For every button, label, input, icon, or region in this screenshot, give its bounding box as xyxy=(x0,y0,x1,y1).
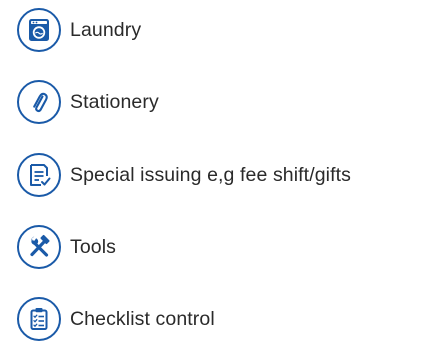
document-check-icon xyxy=(17,153,61,197)
paperclip-icon xyxy=(17,80,61,124)
hammer-wrench-icon xyxy=(17,225,61,269)
category-label: Laundry xyxy=(70,19,142,41)
category-item-laundry[interactable]: Laundry xyxy=(0,8,421,58)
category-item-tools[interactable]: Tools xyxy=(0,225,421,275)
category-item-stationery[interactable]: Stationery xyxy=(0,80,421,130)
category-label: Checklist control xyxy=(70,308,215,330)
category-label: Stationery xyxy=(70,91,159,113)
category-item-checklist-control[interactable]: Checklist control xyxy=(0,297,421,347)
category-item-special-issuing[interactable]: Special issuing e,g fee shift/gifts xyxy=(0,153,421,203)
category-label: Tools xyxy=(70,236,117,258)
clipboard-checklist-icon xyxy=(17,297,61,341)
washing-machine-icon xyxy=(17,8,61,52)
category-label: Special issuing e,g fee shift/gifts xyxy=(70,164,351,186)
